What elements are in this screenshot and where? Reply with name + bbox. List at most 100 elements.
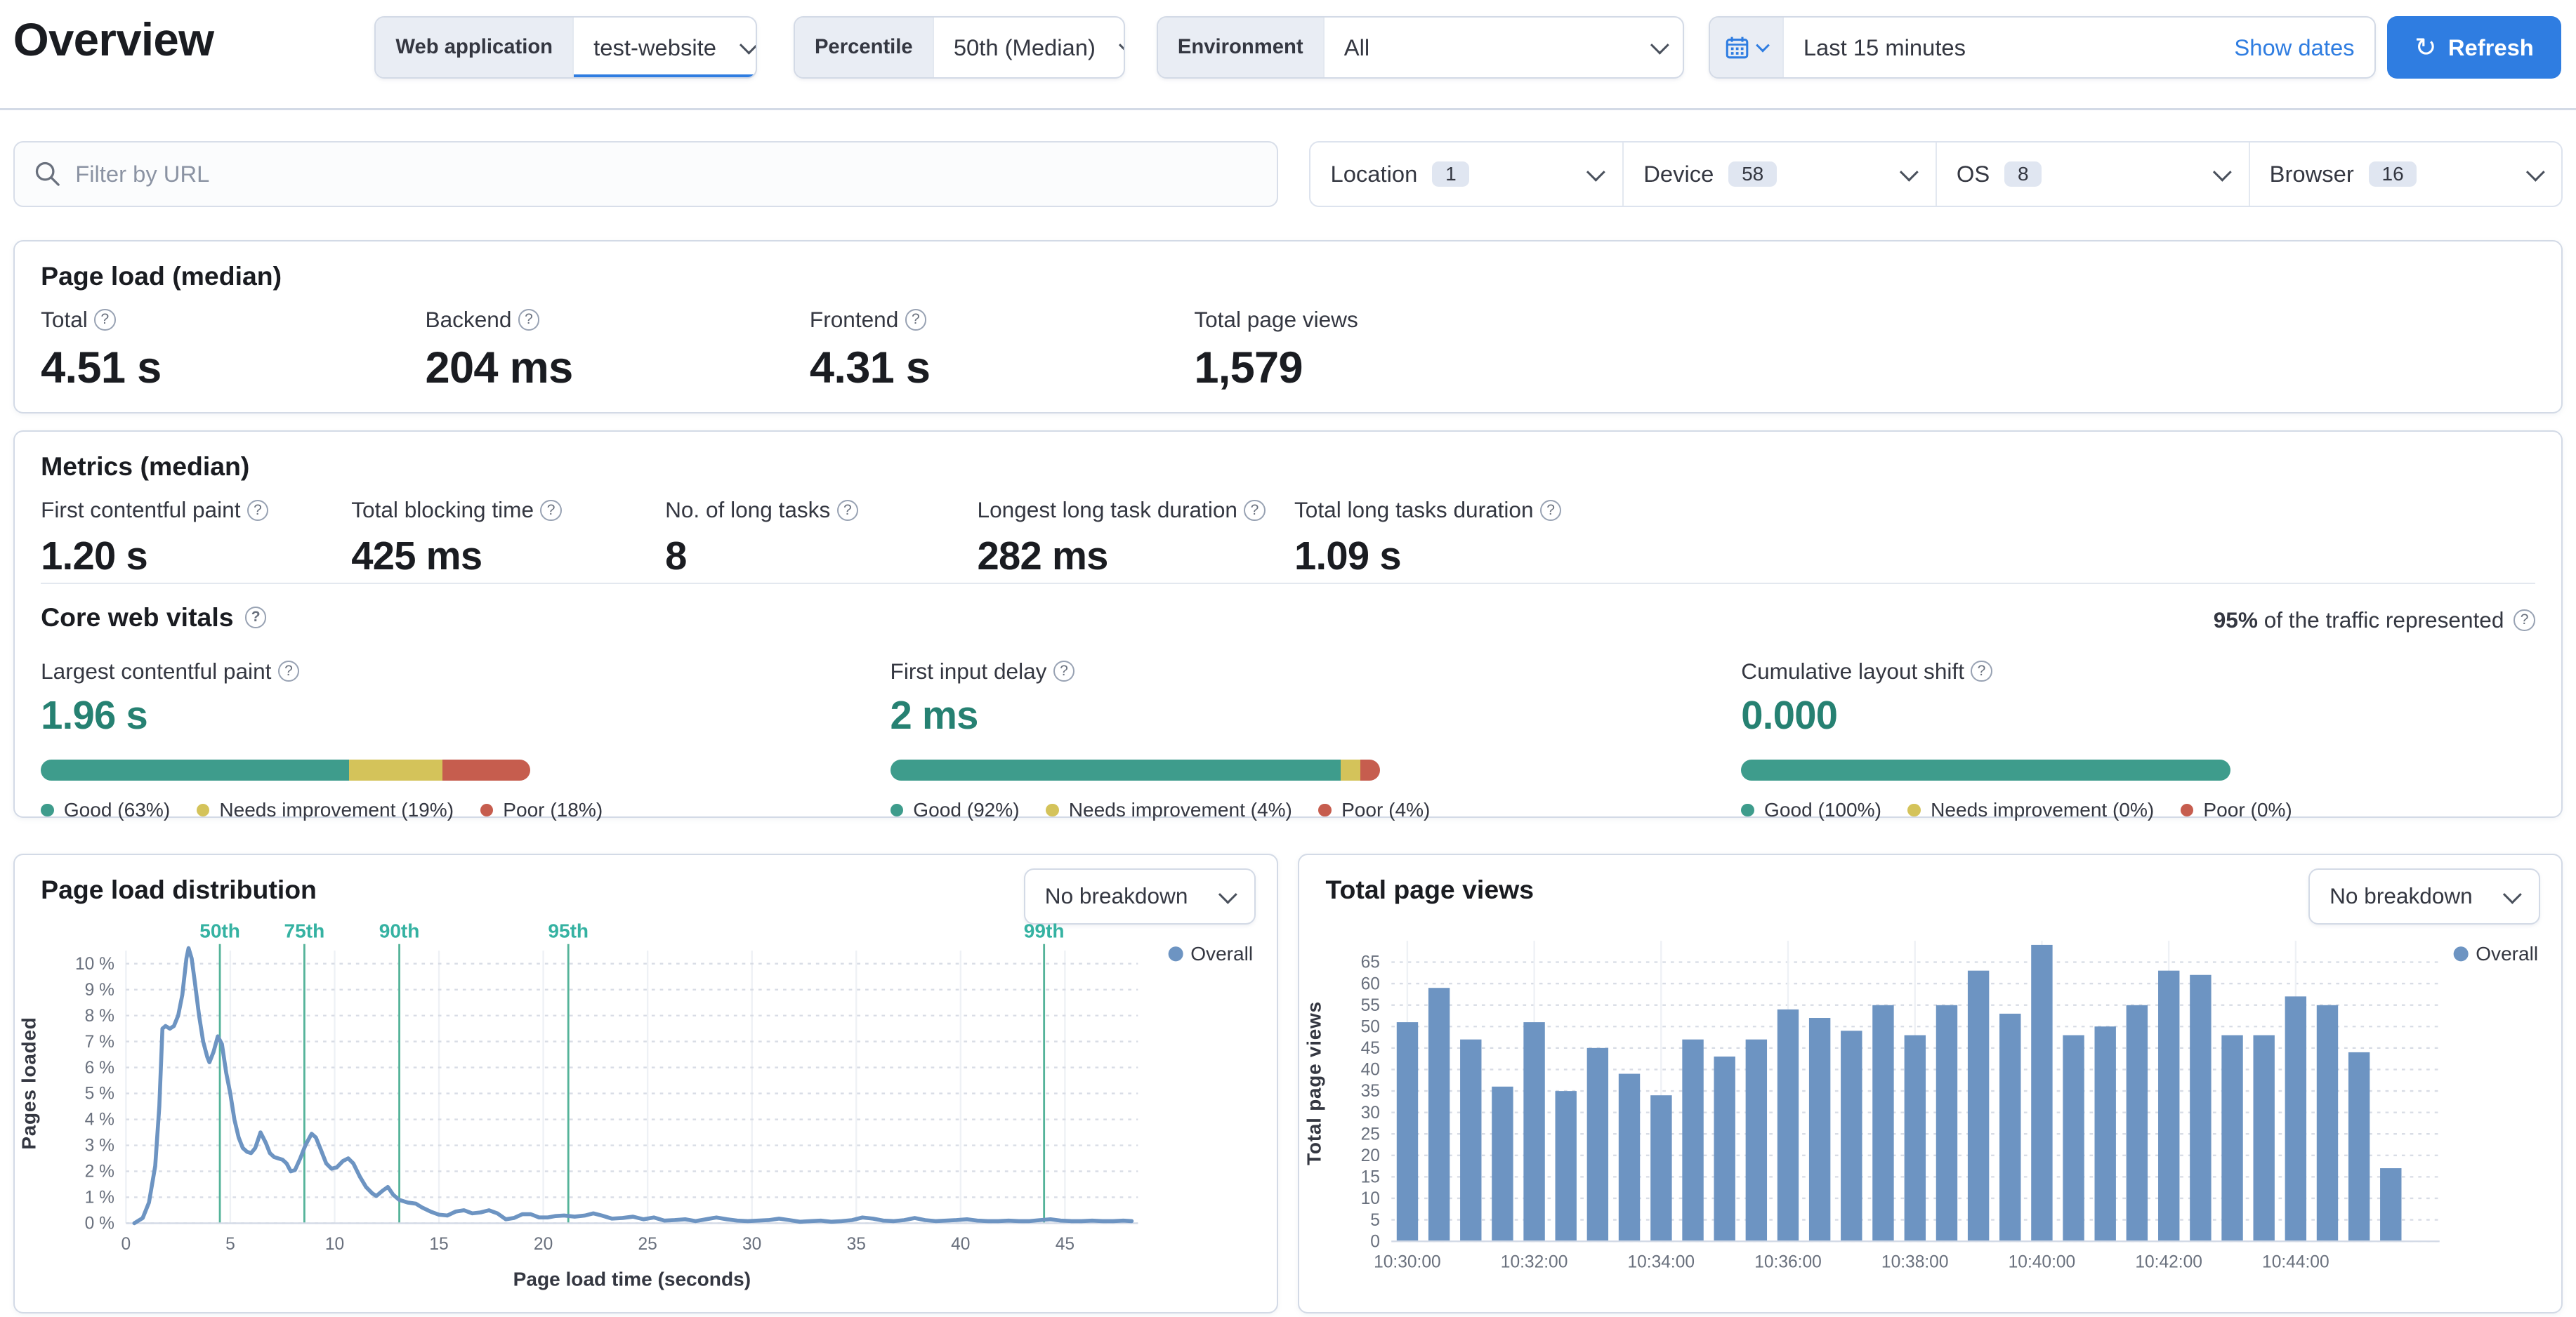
breakdown-value: No breakdown [1044, 883, 1188, 909]
stat-total-long-tasks: Total long tasks duration? 1.09 s [1294, 497, 1562, 578]
show-dates-button[interactable]: Show dates [2234, 18, 2374, 77]
legend-good: Good (100%) [1764, 798, 1881, 821]
svg-text:30: 30 [742, 1235, 761, 1254]
good-segment [41, 759, 350, 781]
facet-location[interactable]: Location 1 [1310, 143, 1622, 206]
svg-text:55: 55 [1360, 996, 1379, 1015]
svg-text:0: 0 [1370, 1232, 1380, 1251]
chevron-down-icon [1755, 38, 1770, 53]
help-icon[interactable]: ? [1053, 661, 1075, 682]
panel-title: Metrics (median) [41, 451, 250, 481]
refresh-button[interactable]: ↻ Refresh [2387, 16, 2561, 79]
web-application-label: Web application [376, 18, 574, 78]
chevron-down-icon [2212, 162, 2232, 181]
svg-text:65: 65 [1360, 953, 1379, 972]
help-icon[interactable]: ? [540, 499, 562, 522]
chevron-down-icon [2525, 162, 2545, 181]
svg-text:Overall: Overall [2476, 943, 2538, 965]
svg-text:9 %: 9 % [85, 981, 114, 1000]
help-icon[interactable]: ? [836, 499, 859, 522]
environment-select[interactable]: All [1325, 18, 1683, 77]
stat-value: 1.20 s [41, 534, 148, 578]
metrics-panel: Metrics (median) First contentful paint?… [13, 430, 2563, 821]
facet-os[interactable]: OS 8 [1935, 143, 2249, 206]
svg-text:4 %: 4 % [85, 1111, 114, 1130]
facet-browser[interactable]: Browser 16 [2248, 143, 2562, 206]
svg-text:2 %: 2 % [85, 1163, 114, 1182]
chevron-down-icon [1119, 36, 1124, 55]
vital-value: 2 ms [890, 693, 979, 738]
vital-bar [41, 759, 531, 781]
page-load-panel: Page load (median) Total? 4.51 s Backend… [13, 239, 2563, 414]
svg-text:10 %: 10 % [75, 955, 114, 974]
core-web-vitals-title: Core web vitals ? [41, 602, 267, 633]
help-icon[interactable]: ? [905, 309, 927, 331]
environment-select-group[interactable]: Environment All [1156, 16, 1684, 79]
percentile-select[interactable]: 50th (Median) [934, 18, 1124, 77]
good-dot-icon [1741, 803, 1754, 817]
percentile-select-group[interactable]: Percentile 50th (Median) [793, 16, 1126, 79]
divider [41, 583, 2535, 585]
svg-text:45: 45 [1360, 1039, 1379, 1058]
help-icon[interactable]: ? [247, 499, 269, 522]
facet-count-badge: 1 [1432, 161, 1470, 187]
help-icon[interactable]: ? [277, 661, 300, 682]
svg-text:0: 0 [121, 1235, 131, 1254]
facet-device[interactable]: Device 58 [1622, 143, 1936, 206]
time-range-display[interactable]: Last 15 minutes [1784, 18, 2235, 77]
page-load-distribution-panel: Page load distribution No breakdown Page… [13, 854, 1278, 1314]
vital-label: First input delay [890, 658, 1047, 684]
vital-legend: Good (63%) Needs improvement (19%) Poor … [41, 798, 603, 821]
needs-improvement-dot-icon [196, 803, 210, 817]
search-icon [35, 162, 60, 187]
breakdown-select[interactable]: No breakdown [2308, 868, 2540, 925]
svg-text:10:30:00: 10:30:00 [1374, 1253, 1441, 1272]
help-icon[interactable]: ? [94, 309, 116, 331]
vital-label: Largest contentful paint [41, 658, 272, 684]
good-segment [1741, 759, 2231, 781]
svg-text:7 %: 7 % [85, 1033, 114, 1052]
quick-select-menu-button[interactable] [1709, 18, 1784, 78]
web-application-value: test-website [593, 34, 716, 60]
svg-text:1 %: 1 % [85, 1189, 114, 1207]
url-filter-input[interactable]: Filter by URL [13, 141, 1278, 207]
legend-needs: Needs improvement (4%) [1068, 798, 1292, 821]
help-icon[interactable]: ? [244, 607, 267, 628]
help-icon[interactable]: ? [1971, 661, 1992, 682]
refresh-button-label: Refresh [2447, 34, 2534, 60]
stat-label: Total page views [1194, 307, 1358, 333]
breakdown-select[interactable]: No breakdown [1023, 868, 1256, 925]
stat-value: 282 ms [977, 534, 1109, 578]
help-icon[interactable]: ? [2513, 609, 2535, 631]
svg-text:8 %: 8 % [85, 1007, 114, 1026]
svg-text:90th: 90th [379, 921, 420, 941]
facet-filter-bar: Location 1 Device 58 OS 8 Browser 16 [1309, 141, 2563, 207]
total-page-views-chart[interactable]: 0 5 10 15 20 25 30 35 40 45 50 55 60 65 10:30:00 10:32:… [1313, 921, 2551, 1312]
page-load-distribution-chart[interactable]: 0 5 10 15 20 25 30 35 40 45 0 % 1 % 2 % 3 % 4 % 5 % 6 % 7… [27, 921, 1266, 1312]
stat-label: Total long tasks duration [1294, 497, 1534, 523]
time-range-picker[interactable]: Last 15 minutes Show dates [1708, 16, 2376, 79]
traffic-text: of the traffic represented [2257, 607, 2504, 633]
help-icon[interactable]: ? [518, 309, 540, 331]
poor-dot-icon [2180, 803, 2194, 817]
web-application-select[interactable]: test-website [574, 18, 756, 78]
svg-text:6 %: 6 % [85, 1059, 114, 1078]
legend-needs: Needs improvement (19%) [219, 798, 454, 821]
stat-label: Backend [425, 307, 512, 333]
web-application-select-group[interactable]: Web application test-website [374, 16, 758, 79]
stat-total: Total? 4.51 s [41, 307, 162, 393]
stat-value: 425 ms [351, 534, 482, 578]
help-icon[interactable]: ? [1539, 499, 1562, 522]
good-dot-icon [41, 803, 54, 817]
svg-text:10:32:00: 10:32:00 [1501, 1253, 1568, 1272]
help-icon[interactable]: ? [1244, 499, 1266, 522]
percentile-label: Percentile [794, 18, 934, 78]
facet-label: OS [1956, 160, 1990, 187]
poor-segment [1360, 759, 1380, 781]
vital-cls: Cumulative layout shift? 0.000 Good (100… [1741, 658, 2292, 821]
good-segment [890, 759, 1341, 781]
stat-label: Longest long task duration [977, 497, 1237, 523]
poor-dot-icon [1318, 803, 1332, 817]
panel-title: Page load distribution [41, 875, 317, 905]
svg-text:60: 60 [1360, 974, 1379, 993]
